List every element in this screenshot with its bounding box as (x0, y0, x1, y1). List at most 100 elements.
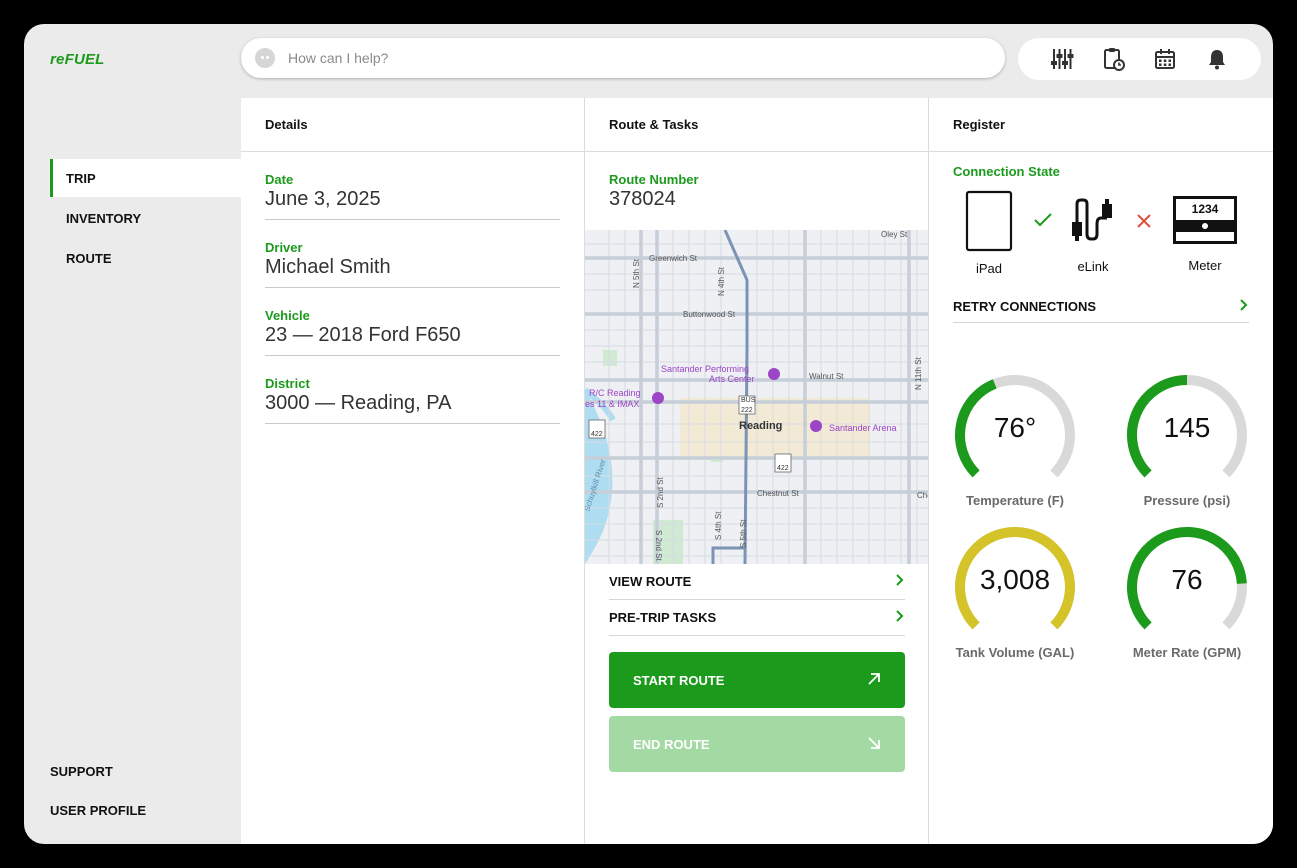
field-label: District (265, 376, 310, 391)
map-label: S 2nd St (654, 530, 663, 561)
map-label: Arts Center (709, 374, 755, 384)
bell-icon[interactable] (1204, 46, 1230, 72)
retry-connections-link[interactable]: RETRY CONNECTIONS (953, 291, 1249, 323)
start-route-button[interactable]: START ROUTE (609, 652, 905, 708)
sidebar-item-trip[interactable]: TRIP (50, 159, 241, 197)
tank-volume-gauge: 3,008 Tank Volume (GAL) (950, 522, 1080, 660)
details-panel: Details Date June 3, 2025 Driver Michael… (241, 98, 585, 844)
device-elink: eLink (1063, 198, 1123, 274)
app-logo: reFUEL (50, 51, 105, 68)
field-label: Route Number (609, 172, 699, 187)
map-label: Santander Arena (829, 423, 897, 433)
map-label: S 4th St (714, 511, 723, 540)
link-label: VIEW ROUTE (609, 574, 692, 589)
map-label: 422 (591, 431, 603, 438)
meter-reading: 1234 (1192, 202, 1219, 216)
search-input[interactable] (288, 50, 968, 66)
sidebar-item-route[interactable]: ROUTE (50, 239, 241, 277)
link-label: PRE-TRIP TASKS (609, 610, 717, 625)
pre-trip-tasks-link[interactable]: PRE-TRIP TASKS (609, 600, 905, 636)
sidebar-footer: SUPPORT USER PROFILE (50, 764, 146, 842)
gauge-value: 76 (1171, 564, 1203, 595)
gauge-label: Meter Rate (GPM) (1132, 645, 1242, 660)
button-label: END ROUTE (633, 736, 710, 752)
arrow-down-right-icon (867, 736, 881, 753)
field-value: 3000 — Reading, PA (265, 392, 452, 414)
district-field: District 3000 — Reading, PA (265, 356, 560, 424)
map-label: R/C Reading (589, 388, 641, 398)
meter-icon: 1234 (1173, 196, 1237, 244)
support-link[interactable]: SUPPORT (50, 764, 146, 779)
map-label: N 4th St (717, 266, 726, 296)
main-panels: Details Date June 3, 2025 Driver Michael… (241, 98, 1273, 844)
field-label: Date (265, 172, 294, 187)
pressure-gauge: 145 Pressure (psi) (1122, 370, 1252, 508)
poi-marker[interactable] (652, 392, 664, 404)
assistant-avatar-icon (255, 48, 275, 68)
sidebar-nav: TRIP INVENTORY ROUTE (50, 159, 241, 279)
arrow-up-right-icon (867, 672, 881, 689)
temperature-gauge: 76° Temperature (F) (950, 370, 1080, 508)
map-label: Buttonwood St (683, 310, 736, 319)
device-label: Meter (1188, 258, 1222, 273)
device-label: eLink (1077, 259, 1109, 274)
user-profile-link[interactable]: USER PROFILE (50, 803, 146, 818)
device-frame: reFUEL TRIP INVENTORY ROUTE SUPPORT USER… (0, 0, 1297, 868)
assistant-search-bar[interactable] (241, 38, 1005, 78)
map-label: Oley St (881, 230, 908, 239)
field-label: Driver (265, 240, 303, 255)
map-label: Walnut St (809, 372, 844, 381)
device-meter-box: 1234 Meter (1173, 196, 1237, 273)
map-label: Greenwich St (649, 254, 698, 263)
map-label: 422 (777, 465, 789, 472)
device-label: iPad (975, 261, 1003, 276)
sliders-icon[interactable] (1049, 46, 1075, 72)
field-value: Michael Smith (265, 256, 391, 278)
map-label: Che (917, 491, 928, 500)
clipboard-clock-icon[interactable] (1101, 46, 1127, 72)
map-label: N 11th St (914, 356, 923, 390)
chevron-right-icon (1239, 299, 1249, 314)
vehicle-field: Vehicle 23 — 2018 Ford F650 (265, 288, 560, 356)
poi-marker[interactable] (810, 420, 822, 432)
meter-rate-gauge: 76 Meter Rate (GPM) (1122, 522, 1252, 660)
gauge-value: 145 (1163, 412, 1211, 443)
view-route-link[interactable]: VIEW ROUTE (609, 564, 905, 600)
map-label: BUS (741, 397, 756, 404)
map-label: Chestnut St (757, 489, 800, 498)
register-panel: Register Connection State iPad eLink 123… (929, 98, 1273, 844)
route-title: Route & Tasks (585, 98, 928, 152)
poi-marker[interactable] (768, 368, 780, 380)
map-label: N 5th St (632, 258, 641, 288)
tablet-icon (965, 190, 1013, 252)
field-value: 378024 (609, 188, 676, 210)
map-label: S 5th St (739, 519, 748, 548)
register-title: Register (929, 98, 1273, 152)
sidebar-item-label: TRIP (66, 170, 96, 186)
field-value: June 3, 2025 (265, 188, 381, 210)
gauge-label: Tank Volume (GAL) (955, 645, 1075, 660)
disconnected-x-icon (1137, 214, 1151, 233)
connection-state-label: Connection State (953, 164, 1060, 179)
gauge-value: 3,008 (979, 564, 1051, 595)
sidebar-item-label: INVENTORY (66, 210, 142, 226)
device-ipad: iPad (959, 190, 1019, 276)
link-label: RETRY CONNECTIONS (953, 299, 1097, 314)
calendar-icon[interactable] (1152, 46, 1178, 72)
field-label: Vehicle (265, 308, 310, 323)
cable-icon (1072, 198, 1112, 241)
chevron-right-icon (895, 574, 905, 589)
route-panel: Route & Tasks Route Number 378024 Greenw… (585, 98, 929, 844)
map-label: Santander Performing (661, 364, 749, 374)
driver-field: Driver Michael Smith (265, 220, 560, 288)
date-field: Date June 3, 2025 (265, 152, 560, 220)
connected-check-icon (1033, 212, 1053, 233)
map-label: 222 (741, 407, 753, 414)
sidebar-item-label: ROUTE (66, 250, 112, 266)
button-label: START ROUTE (633, 672, 725, 688)
end-route-button[interactable]: END ROUTE (609, 716, 905, 772)
field-value: 23 — 2018 Ford F650 (265, 324, 461, 346)
route-map[interactable]: Greenwich St Oley St Buttonwood St Walnu… (585, 230, 928, 564)
sidebar-item-inventory[interactable]: INVENTORY (50, 199, 241, 237)
details-title: Details (241, 98, 584, 152)
